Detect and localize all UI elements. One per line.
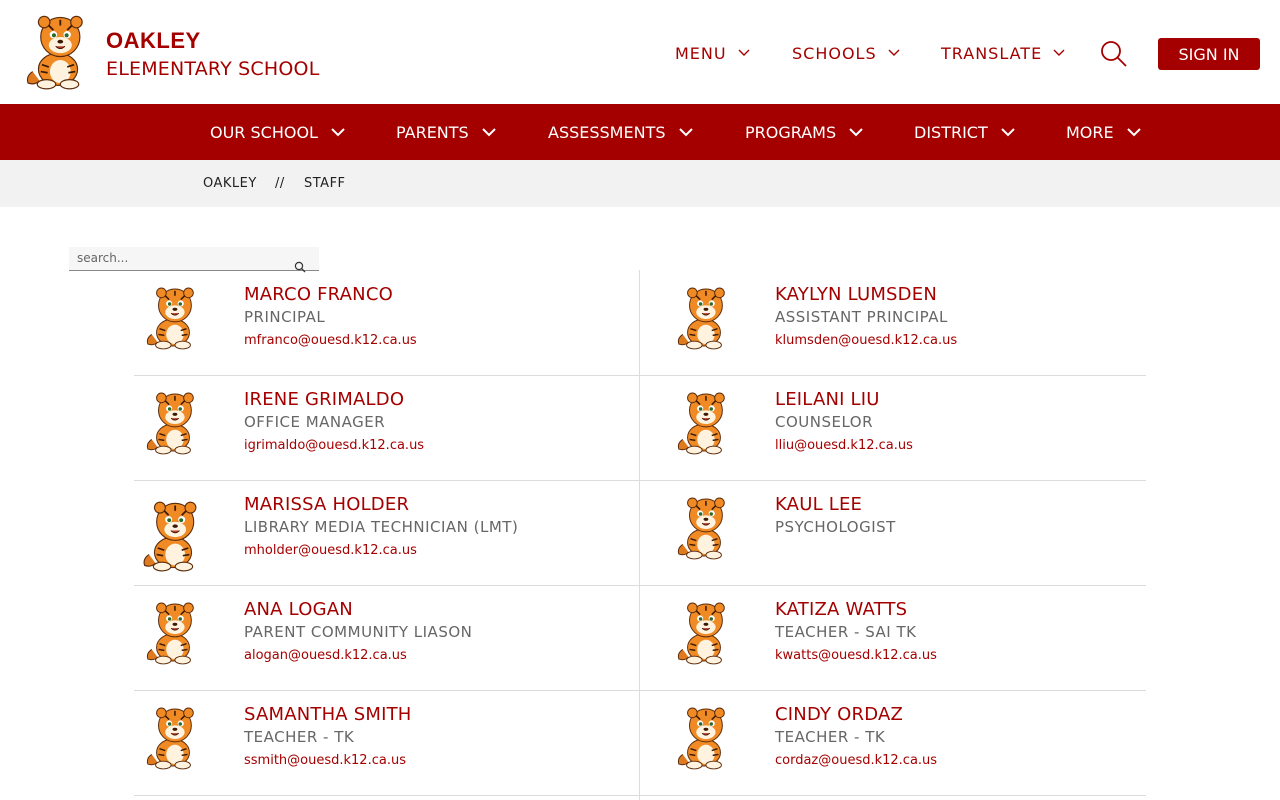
nav-item-programs[interactable]: PROGRAMS xyxy=(745,104,864,160)
staff-email-link[interactable]: mfranco@ouesd.k12.ca.us xyxy=(244,333,417,348)
staff-title: COUNSELOR xyxy=(775,413,874,431)
nav-item-assessments[interactable]: ASSESSMENTS xyxy=(548,104,694,160)
staff-photo-tiger-icon xyxy=(675,391,733,455)
staff-name[interactable]: IRENE GRIMALDO xyxy=(244,389,404,410)
staff-card: KAYLYN LUMSDEN ASSISTANT PRINCIPAL klums… xyxy=(665,270,1170,375)
nav-item-label: DISTRICT xyxy=(914,122,988,142)
staff-photo-tiger-icon xyxy=(675,706,733,770)
staff-title: PSYCHOLOGIST xyxy=(775,518,896,536)
staff-title: TEACHER - TK xyxy=(244,728,355,746)
staff-email-link[interactable]: kwatts@ouesd.k12.ca.us xyxy=(775,648,937,663)
staff-photo-tiger-icon xyxy=(144,706,202,770)
staff-directory: MARCO FRANCO PRINCIPAL mfranco@ouesd.k12… xyxy=(134,270,1146,800)
staff-photo-tiger-icon xyxy=(675,496,733,560)
nav-item-district[interactable]: DISTRICT xyxy=(914,104,1016,160)
row-divider xyxy=(134,795,1146,796)
chevron-down-icon xyxy=(678,128,693,137)
staff-name[interactable]: LEILANI LIU xyxy=(775,389,880,410)
staff-title: LIBRARY MEDIA TECHNICIAN (LMT) xyxy=(244,518,519,536)
school-name-line1: OAKLEY xyxy=(106,28,201,53)
school-name-line2: ELEMENTARY SCHOOL xyxy=(106,58,320,80)
staff-email-link[interactable]: lliu@ouesd.k12.ca.us xyxy=(775,438,913,453)
school-name[interactable]: OAKLEY ELEMENTARY SCHOOL xyxy=(106,28,319,84)
staff-photo-tiger-icon xyxy=(144,391,202,455)
staff-card: IRENE GRIMALDO OFFICE MANAGER igrimaldo@… xyxy=(134,375,639,480)
staff-card: LEILANI LIU COUNSELOR lliu@ouesd.k12.ca.… xyxy=(665,375,1170,480)
staff-name[interactable]: MARCO FRANCO xyxy=(244,284,393,305)
nav-item-our-school[interactable]: OUR SCHOOL xyxy=(210,104,346,160)
nav-item-label: MORE xyxy=(1066,122,1114,142)
staff-email-link[interactable]: cordaz@ouesd.k12.ca.us xyxy=(775,753,937,768)
staff-name[interactable]: MARISSA HOLDER xyxy=(244,494,409,515)
staff-name[interactable]: ANA LOGAN xyxy=(244,599,353,620)
staff-email-link[interactable]: mholder@ouesd.k12.ca.us xyxy=(244,543,417,558)
staff-card: ANA LOGAN PARENT COMMUNITY LIASON alogan… xyxy=(134,585,639,690)
staff-title: ASSISTANT PRINCIPAL xyxy=(775,308,948,326)
staff-email-link[interactable]: ssmith@ouesd.k12.ca.us xyxy=(244,753,406,768)
staff-name[interactable]: KAUL LEE xyxy=(775,494,862,515)
school-logo-tiger-icon[interactable] xyxy=(22,14,94,90)
chevron-down-icon xyxy=(1001,128,1015,137)
staff-name[interactable]: KAYLYN LUMSDEN xyxy=(775,284,937,305)
staff-name[interactable]: SAMANTHA SMITH xyxy=(244,704,412,725)
staff-search-input[interactable] xyxy=(69,247,289,269)
breadcrumb-home-link[interactable]: OAKLEY xyxy=(203,176,257,191)
nav-item-label: PROGRAMS xyxy=(745,122,837,142)
chevron-down-icon xyxy=(331,128,345,137)
staff-photo-tiger-icon xyxy=(140,500,206,572)
staff-title: TEACHER - SAI TK xyxy=(775,623,917,641)
staff-title: OFFICE MANAGER xyxy=(244,413,386,431)
menu-label: MENU xyxy=(675,43,727,63)
nav-item-label: ASSESSMENTS xyxy=(548,122,666,142)
staff-title: PRINCIPAL xyxy=(244,308,326,326)
staff-email-link[interactable]: igrimaldo@ouesd.k12.ca.us xyxy=(244,438,424,453)
staff-search xyxy=(69,247,319,273)
nav-item-more[interactable]: MORE xyxy=(1066,104,1142,160)
nav-item-parents[interactable]: PARENTS xyxy=(396,104,497,160)
main-navigation: OUR SCHOOL PARENTS ASSESSMENTS PROGRAMS … xyxy=(0,104,1280,160)
translate-dropdown[interactable]: TRANSLATE xyxy=(941,42,1066,64)
staff-name[interactable]: KATIZA WATTS xyxy=(775,599,907,620)
chevron-down-icon xyxy=(1126,128,1141,137)
staff-card: SAMANTHA SMITH TEACHER - TK ssmith@ouesd… xyxy=(134,690,639,795)
staff-photo-tiger-icon xyxy=(144,286,202,350)
chevron-down-icon xyxy=(888,49,900,56)
nav-item-label: OUR SCHOOL xyxy=(210,122,318,142)
breadcrumb-separator: // xyxy=(275,176,285,191)
chevron-down-icon xyxy=(481,128,496,137)
chevron-down-icon xyxy=(738,49,750,56)
staff-email-link[interactable]: klumsden@ouesd.k12.ca.us xyxy=(775,333,957,348)
staff-photo-tiger-icon xyxy=(675,286,733,350)
staff-photo-tiger-icon xyxy=(675,601,733,665)
staff-name[interactable]: CINDY ORDAZ xyxy=(775,704,903,725)
staff-title: PARENT COMMUNITY LIASON xyxy=(244,623,473,641)
sign-in-button[interactable]: SIGN IN xyxy=(1158,38,1260,70)
schools-dropdown[interactable]: SCHOOLS xyxy=(792,42,901,64)
staff-email-link[interactable]: alogan@ouesd.k12.ca.us xyxy=(244,648,407,663)
staff-card: MARISSA HOLDER LIBRARY MEDIA TECHNICIAN … xyxy=(134,480,639,585)
chevron-down-icon xyxy=(1053,49,1065,56)
column-divider xyxy=(639,270,640,800)
breadcrumb-current: STAFF xyxy=(304,176,346,191)
translate-label: TRANSLATE xyxy=(941,43,1043,63)
staff-title: TEACHER - TK xyxy=(775,728,886,746)
search-icon[interactable] xyxy=(1100,40,1128,68)
schools-label: SCHOOLS xyxy=(792,43,877,63)
menu-dropdown[interactable]: MENU xyxy=(675,42,751,64)
breadcrumb: OAKLEY // STAFF xyxy=(0,160,1280,207)
site-header: OAKLEY ELEMENTARY SCHOOL MENU SCHOOLS TR… xyxy=(0,0,1280,104)
staff-card: CINDY ORDAZ TEACHER - TK cordaz@ouesd.k1… xyxy=(665,690,1170,795)
staff-card: KAUL LEE PSYCHOLOGIST xyxy=(665,480,1170,585)
chevron-down-icon xyxy=(849,128,863,137)
nav-item-label: PARENTS xyxy=(396,122,469,142)
staff-photo-tiger-icon xyxy=(144,601,202,665)
staff-card: KATIZA WATTS TEACHER - SAI TK kwatts@oue… xyxy=(665,585,1170,690)
staff-card: MARCO FRANCO PRINCIPAL mfranco@ouesd.k12… xyxy=(134,270,639,375)
